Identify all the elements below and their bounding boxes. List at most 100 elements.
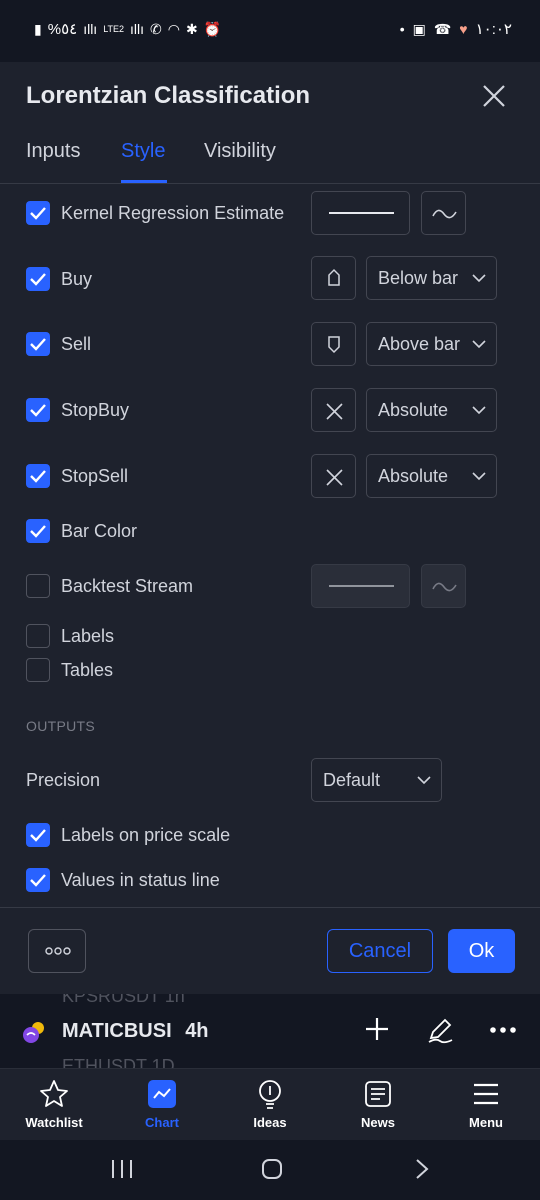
- backtest-line-style-swatch[interactable]: [311, 564, 410, 608]
- labels-on-price-scale-label: Labels on price scale: [61, 825, 231, 845]
- sell-checkbox[interactable]: [26, 332, 50, 356]
- stopbuy-checkbox[interactable]: [26, 398, 50, 422]
- stopsell-location-dropdown[interactable]: Absolute: [366, 454, 497, 498]
- missed-call-icon: ☎: [433, 20, 452, 37]
- sell-label: Sell: [61, 334, 92, 354]
- recent-apps-icon[interactable]: [110, 1158, 134, 1180]
- wave-icon: [432, 582, 457, 592]
- footer-divider: [0, 907, 540, 908]
- nav-news-label: News: [361, 1115, 395, 1130]
- nav-watchlist[interactable]: Watchlist: [14, 1077, 94, 1130]
- more-options-button[interactable]: [28, 929, 86, 973]
- symbol-interval[interactable]: 4h: [185, 1020, 208, 1042]
- cancel-button[interactable]: Cancel: [327, 929, 433, 973]
- line-style-swatch[interactable]: [311, 191, 410, 235]
- nav-chart[interactable]: Chart: [122, 1077, 202, 1130]
- cross-shape-icon: [326, 469, 343, 486]
- tables-checkbox[interactable]: [26, 658, 50, 682]
- sell-location-dropdown[interactable]: Above bar: [366, 322, 497, 366]
- home-icon[interactable]: [261, 1158, 283, 1180]
- battery-icon: ▮: [34, 20, 42, 37]
- arrow-down-shape-icon: [328, 336, 340, 354]
- dot-icon: •: [399, 21, 405, 37]
- chevron-down-icon: [472, 274, 486, 283]
- tab-inputs[interactable]: Inputs: [26, 140, 80, 163]
- alarm-icon: ⏰: [203, 20, 222, 37]
- precision-value: Default: [323, 770, 381, 790]
- tab-bar: Inputs Style Visibility: [0, 128, 540, 184]
- status-right: • ▣ ☎ ♥ ١٠:٠٢: [399, 20, 512, 39]
- wifi-icon: ◠: [167, 20, 180, 37]
- ok-button[interactable]: Ok: [448, 929, 515, 973]
- buy-shape-button[interactable]: [311, 256, 356, 300]
- tab-visibility[interactable]: Visibility: [204, 140, 276, 163]
- stopbuy-shape-button[interactable]: [311, 388, 356, 432]
- bottom-navigation: Watchlist Chart Ideas News Menu: [0, 1068, 540, 1140]
- nav-news[interactable]: News: [338, 1077, 418, 1130]
- stopbuy-location-value: Absolute: [378, 400, 449, 420]
- draw-pencil-icon[interactable]: [426, 1016, 454, 1044]
- plot-type-button[interactable]: [421, 191, 466, 235]
- dialog-title: Lorentzian Classification: [26, 82, 311, 109]
- stopbuy-location-dropdown[interactable]: Absolute: [366, 388, 497, 432]
- arrow-up-shape-icon: [328, 268, 340, 286]
- chevron-down-icon: [472, 406, 486, 415]
- gallery-icon: ▣: [412, 20, 426, 37]
- buy-location-value: Below bar: [378, 268, 459, 288]
- hamburger-icon: [474, 1083, 498, 1105]
- clock: ١٠:٠٢: [475, 21, 512, 38]
- ellipsis-icon: [45, 947, 71, 955]
- nav-chart-label: Chart: [145, 1115, 179, 1130]
- nav-menu[interactable]: Menu: [446, 1077, 526, 1130]
- stopsell-checkbox[interactable]: [26, 464, 50, 488]
- wave-icon: [432, 209, 457, 219]
- tables-label: Tables: [61, 660, 114, 680]
- chart-icon: [148, 1080, 176, 1108]
- cross-shape-icon: [326, 403, 343, 420]
- chart-symbol-strip: KPSRUSDT 1h MATICBUSI 4h ETHUSDT 1D: [0, 994, 540, 1068]
- battery-percent: %٥٤: [47, 21, 78, 38]
- buy-label: Buy: [61, 269, 93, 289]
- plus-icon[interactable]: [364, 1016, 390, 1042]
- backtest-stream-label: Backtest Stream: [61, 576, 194, 596]
- stopsell-location-value: Absolute: [378, 466, 449, 486]
- lightbulb-icon: [259, 1080, 281, 1109]
- kernel-regression-label: Kernel Regression Estimate: [61, 203, 285, 223]
- chevron-down-icon: [472, 340, 486, 349]
- outputs-section-header: OUTPUTS: [26, 718, 95, 734]
- system-navigation-bar: [0, 1140, 540, 1200]
- nav-ideas-label: Ideas: [253, 1115, 287, 1130]
- style-dialog: Lorentzian Classification Inputs Style V…: [0, 62, 540, 994]
- more-dots-icon[interactable]: [490, 1026, 516, 1034]
- values-in-status-line-label: Values in status line: [61, 870, 220, 890]
- buy-checkbox[interactable]: [26, 267, 50, 291]
- precision-label: Precision: [26, 770, 101, 790]
- backtest-plot-type-button[interactable]: [421, 564, 466, 608]
- nav-watchlist-label: Watchlist: [25, 1115, 83, 1130]
- tab-style[interactable]: Style: [121, 140, 165, 163]
- kernel-regression-checkbox[interactable]: [26, 201, 50, 225]
- ghost-symbol-below: ETHUSDT 1D: [62, 1056, 175, 1068]
- nav-menu-label: Menu: [469, 1115, 503, 1130]
- stopbuy-label: StopBuy: [61, 400, 130, 420]
- symbol-logo-icon: [23, 1022, 44, 1043]
- status-left: ▮ %٥٤ ıllı LTE2 ıllı ✆ ◠ ✱ ⏰: [34, 20, 222, 39]
- labels-label: Labels: [61, 626, 115, 646]
- sell-shape-button[interactable]: [311, 322, 356, 366]
- buy-location-dropdown[interactable]: Below bar: [366, 256, 497, 300]
- precision-dropdown[interactable]: Default: [311, 758, 442, 802]
- labels-on-price-scale-checkbox[interactable]: [26, 823, 50, 847]
- signal-icon-2: ıllı: [130, 21, 145, 37]
- signal-icon: ıllı: [83, 21, 98, 37]
- bar-color-checkbox[interactable]: [26, 519, 50, 543]
- nav-ideas[interactable]: Ideas: [230, 1077, 310, 1130]
- back-icon[interactable]: [414, 1158, 430, 1180]
- labels-checkbox[interactable]: [26, 624, 50, 648]
- symbol-name[interactable]: MATICBUSI 4h: [62, 1020, 209, 1043]
- stopsell-shape-button[interactable]: [311, 454, 356, 498]
- health-icon: ♥: [459, 21, 468, 37]
- values-in-status-line-checkbox[interactable]: [26, 868, 50, 892]
- close-icon[interactable]: [480, 82, 508, 110]
- backtest-stream-checkbox[interactable]: [26, 574, 50, 598]
- network-type: LTE2: [103, 23, 125, 34]
